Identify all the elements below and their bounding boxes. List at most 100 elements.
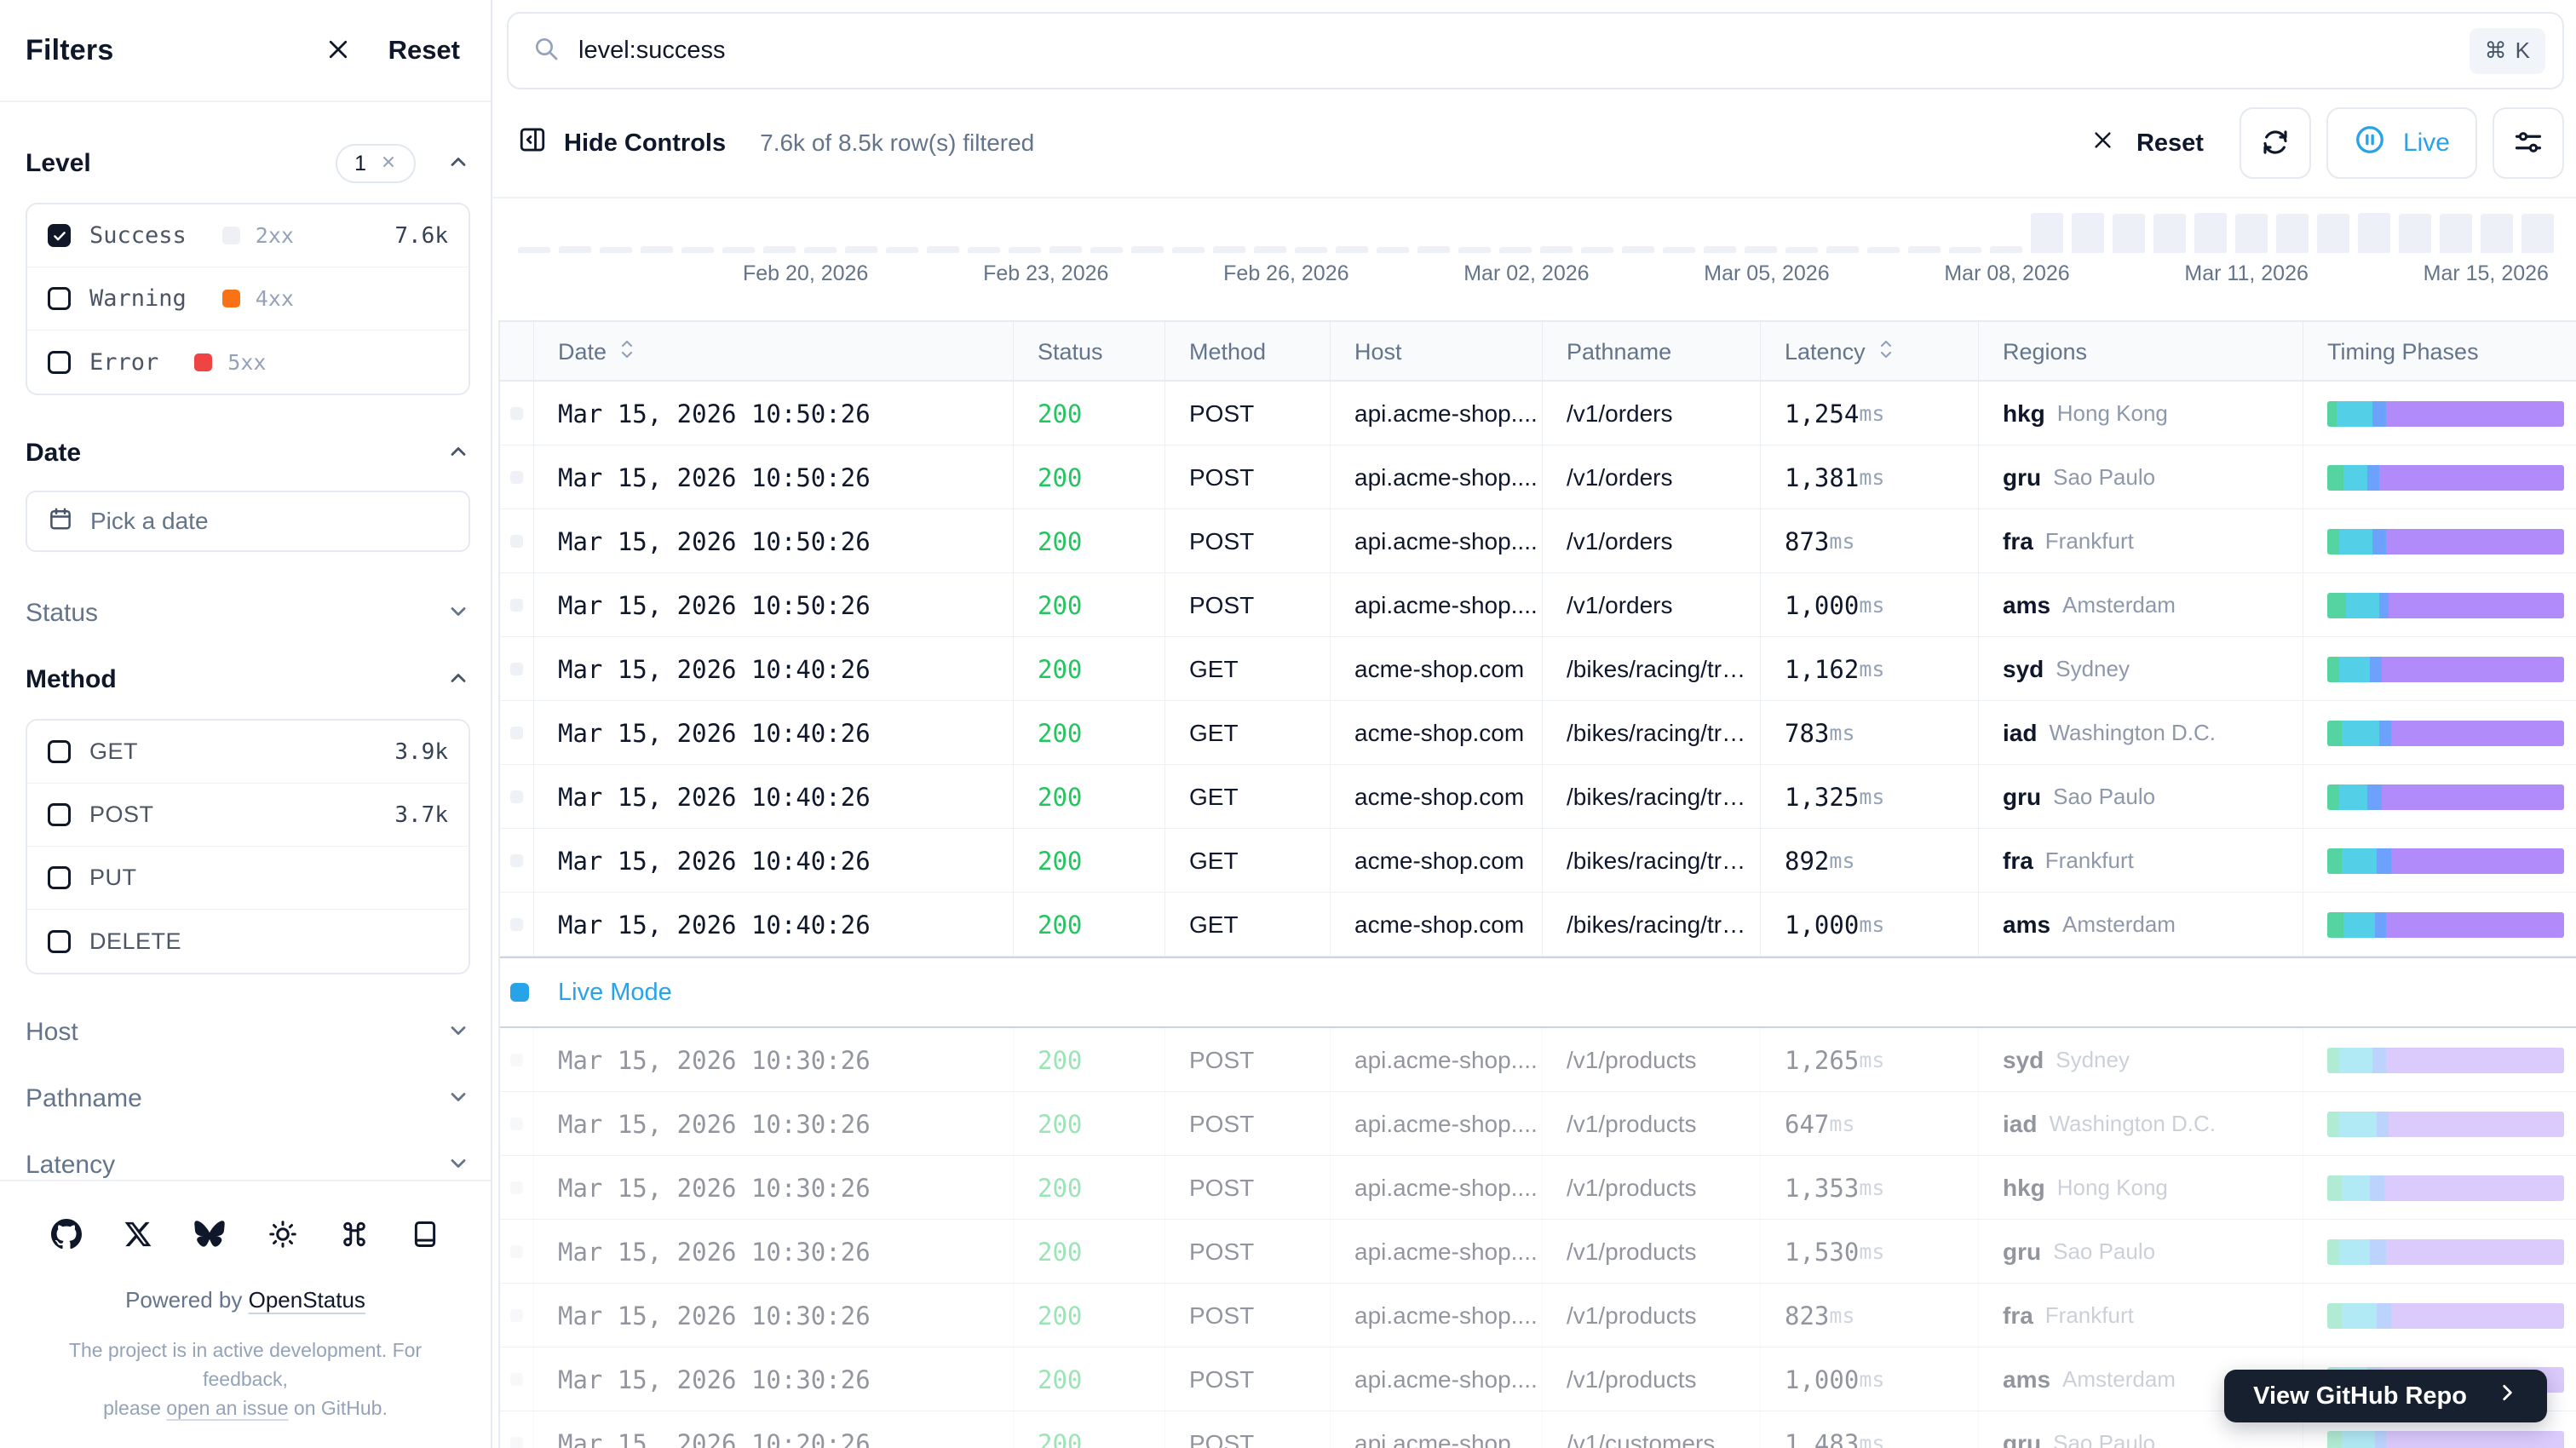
row-select-checkbox[interactable] <box>510 918 523 931</box>
histogram-bar[interactable] <box>722 247 755 253</box>
row-select-checkbox[interactable] <box>510 1309 523 1322</box>
table-reset-button[interactable]: Reset <box>2091 129 2204 158</box>
row-select-checkbox[interactable] <box>510 854 523 867</box>
histogram-bar[interactable] <box>518 247 550 253</box>
histogram-bar[interactable] <box>1745 246 1777 253</box>
row-select-checkbox[interactable] <box>510 790 523 803</box>
row-select-cell[interactable] <box>500 1347 534 1411</box>
section-header-pathname[interactable]: Pathname <box>26 1072 470 1126</box>
histogram-bar[interactable] <box>1540 246 1573 253</box>
github-link[interactable] <box>51 1219 82 1250</box>
histogram-bar[interactable] <box>1908 246 1941 253</box>
checkbox-unchecked[interactable] <box>48 287 71 310</box>
checkbox-unchecked[interactable] <box>48 866 71 889</box>
row-select-checkbox[interactable] <box>510 1373 523 1386</box>
log-row[interactable]: Mar 15, 2026 10:40:26200GETacme-shop.com… <box>500 829 2576 893</box>
column-header-date[interactable]: Date <box>534 322 1014 382</box>
row-select-cell[interactable] <box>500 1156 534 1220</box>
method-option-put[interactable]: PUT <box>27 847 469 910</box>
openstatus-link[interactable]: OpenStatus <box>249 1287 365 1313</box>
filters-reset-button[interactable]: Reset <box>388 35 460 66</box>
level-active-filter-badge[interactable]: 1 <box>336 144 416 183</box>
log-row[interactable]: Mar 15, 2026 10:30:26200POSTapi.acme-sho… <box>500 1028 2576 1092</box>
row-select-cell[interactable] <box>500 1092 534 1156</box>
histogram-bar[interactable] <box>559 246 591 253</box>
histogram-bar[interactable] <box>927 246 959 253</box>
method-option-delete[interactable]: DELETE <box>27 910 469 973</box>
section-header-host[interactable]: Host <box>26 1005 470 1060</box>
row-select-checkbox[interactable] <box>510 535 523 548</box>
log-row[interactable]: Mar 15, 2026 10:40:26200GETacme-shop.com… <box>500 637 2576 701</box>
histogram-bar[interactable] <box>763 246 796 253</box>
row-select-cell[interactable] <box>500 893 534 957</box>
log-row[interactable]: Mar 15, 2026 10:50:26200POSTapi.acme-sho… <box>500 509 2576 573</box>
histogram-bar[interactable] <box>2399 214 2431 253</box>
log-row[interactable]: Mar 15, 2026 10:50:26200POSTapi.acme-sho… <box>500 382 2576 445</box>
checkbox-unchecked[interactable] <box>48 930 71 953</box>
log-row[interactable]: Mar 15, 2026 10:30:26200POSTapi.acme-sho… <box>500 1092 2576 1156</box>
sort-icon[interactable] <box>618 338 635 366</box>
section-header-latency[interactable]: Latency <box>26 1138 470 1180</box>
bluesky-link[interactable] <box>194 1219 225 1250</box>
x-link[interactable] <box>124 1220 152 1249</box>
row-select-checkbox[interactable] <box>510 1054 523 1066</box>
row-select-cell[interactable] <box>500 829 534 893</box>
checkbox-checked[interactable] <box>48 224 71 247</box>
histogram-bar[interactable] <box>2276 214 2309 253</box>
column-header-latency[interactable]: Latency <box>1761 322 1979 382</box>
log-row[interactable]: Mar 15, 2026 10:30:26200POSTapi.acme-sho… <box>500 1220 2576 1284</box>
row-select-cell[interactable] <box>500 445 534 509</box>
level-option-error[interactable]: Error5xx <box>27 330 469 394</box>
live-toggle-button[interactable]: Live <box>2326 107 2477 179</box>
hide-controls-button[interactable]: Hide Controls <box>518 125 726 161</box>
sun-link[interactable] <box>267 1219 298 1250</box>
histogram-bar[interactable] <box>2481 214 2513 253</box>
log-row[interactable]: Mar 15, 2026 10:40:26200GETacme-shop.com… <box>500 701 2576 765</box>
histogram-bar[interactable] <box>2440 214 2472 253</box>
histogram-bar[interactable] <box>2317 214 2349 253</box>
level-option-success[interactable]: Success2xx7.6k <box>27 204 469 267</box>
row-select-cell[interactable] <box>500 1220 534 1284</box>
histogram-bar[interactable] <box>1499 247 1532 253</box>
histogram-bar[interactable] <box>641 246 673 253</box>
section-header-method[interactable]: Method <box>26 652 470 707</box>
histogram-bar[interactable] <box>1785 247 1818 253</box>
section-header-status[interactable]: Status <box>26 586 470 641</box>
histogram-bar[interactable] <box>2113 214 2145 253</box>
log-row[interactable]: Mar 15, 2026 10:30:26200POSTapi.acme-sho… <box>500 1284 2576 1347</box>
row-select-cell[interactable] <box>500 1028 534 1092</box>
search-input[interactable] <box>578 37 2470 65</box>
histogram-bar[interactable] <box>1295 247 1327 253</box>
histogram-bar[interactable] <box>886 247 918 253</box>
row-select-checkbox[interactable] <box>510 599 523 612</box>
histogram-bar[interactable] <box>1009 247 1041 253</box>
checkbox-unchecked[interactable] <box>48 740 71 763</box>
row-select-checkbox[interactable] <box>510 1118 523 1130</box>
close-filters-button[interactable] <box>325 37 351 65</box>
checkbox-unchecked[interactable] <box>48 351 71 374</box>
histogram-bar[interactable] <box>1049 246 1082 253</box>
view-settings-button[interactable] <box>2493 107 2564 179</box>
book-link[interactable] <box>411 1220 440 1249</box>
histogram-bar[interactable] <box>2072 213 2104 253</box>
row-select-checkbox[interactable] <box>510 1181 523 1194</box>
section-header-level[interactable]: Level 1 <box>26 136 470 191</box>
histogram-bars[interactable] <box>518 210 2576 253</box>
histogram-bar[interactable] <box>2031 213 2063 253</box>
section-header-date[interactable]: Date <box>26 426 470 480</box>
log-row[interactable]: Mar 15, 2026 10:40:26200GETacme-shop.com… <box>500 765 2576 829</box>
live-mode-row[interactable]: Live Mode <box>500 957 2576 1028</box>
histogram-bar[interactable] <box>600 247 632 253</box>
row-select-cell[interactable] <box>500 382 534 445</box>
row-select-cell[interactable] <box>500 765 534 829</box>
row-select-cell[interactable] <box>500 509 534 573</box>
histogram-bar[interactable] <box>2358 213 2390 253</box>
method-option-get[interactable]: GET3.9k <box>27 721 469 784</box>
histogram-bar[interactable] <box>681 247 714 253</box>
histogram-bar[interactable] <box>2521 214 2554 253</box>
row-select-cell[interactable] <box>500 637 534 701</box>
row-select-checkbox[interactable] <box>510 407 523 420</box>
histogram-bar[interactable] <box>845 246 877 253</box>
histogram-bar[interactable] <box>1172 247 1205 253</box>
clear-level-filter-icon[interactable] <box>380 152 397 176</box>
